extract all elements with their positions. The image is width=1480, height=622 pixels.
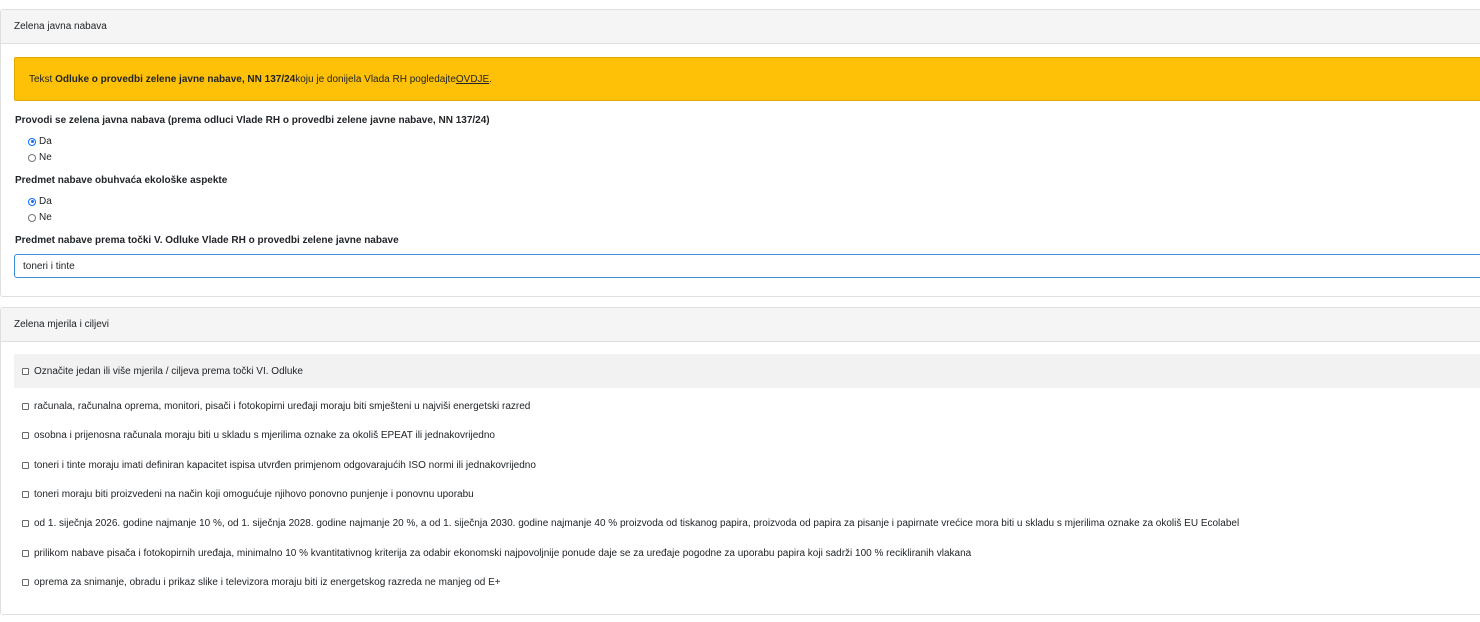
criteria-label: od 1. siječnja 2026. godine najmanje 10 … — [34, 517, 1240, 529]
radio-button[interactable] — [28, 213, 36, 222]
criteria-checkbox[interactable] — [22, 490, 29, 498]
alert-middle: koju je donijela Vlada RH pogledajte — [295, 73, 456, 85]
radio-button-checked[interactable] — [28, 137, 36, 146]
radio-option-da[interactable]: Da — [28, 196, 52, 207]
criteria-checkbox[interactable] — [22, 402, 29, 410]
select-all-criteria-row[interactable]: Označite jedan ili više mjerila / ciljev… — [14, 354, 1480, 388]
criteria-item[interactable]: oprema za snimanje, obradu i prikaz slik… — [14, 565, 1480, 599]
question-green-procurement: Provodi se zelena javna nabava (prema od… — [15, 115, 490, 126]
radio-label: Ne — [39, 212, 52, 223]
criteria-checkbox[interactable] — [22, 578, 29, 586]
radio-option-ne[interactable]: Ne — [28, 152, 52, 163]
criteria-label: prilikom nabave pisača i fotokopirnih ur… — [34, 547, 972, 559]
alert-prefix: Tekst — [29, 73, 53, 85]
criteria-checkbox[interactable] — [22, 549, 29, 557]
green-criteria-card: Zelena mjerila i ciljevi Označite jedan … — [0, 307, 1480, 615]
info-alert: Tekst Odluke o provedbi zelene javne nab… — [14, 57, 1480, 101]
criteria-item[interactable]: osobna i prijenosna računala moraju biti… — [14, 418, 1480, 452]
procurement-subject-input[interactable]: toneri i tinte — [14, 254, 1480, 278]
card-header-green-criteria: Zelena mjerila i ciljevi — [1, 308, 1480, 342]
question-ecological-aspects: Predmet nabave obuhvaća ekološke aspekte — [15, 175, 228, 186]
criteria-label: toneri i tinte moraju imati definiran ka… — [34, 459, 536, 471]
radio-option-ne[interactable]: Ne — [28, 212, 52, 223]
select-all-checkbox[interactable] — [22, 367, 29, 375]
criteria-checkbox[interactable] — [22, 461, 29, 469]
radio-option-da[interactable]: Da — [28, 136, 52, 147]
alert-bold-text: Odluke o provedbi zelene javne nabave, N… — [55, 73, 296, 85]
card-header-green-procurement: Zelena javna nabava — [1, 10, 1480, 44]
card-title: Zelena javna nabava — [14, 21, 107, 32]
criteria-label: toneri moraju biti proizvedeni na način … — [34, 488, 474, 500]
criteria-checkbox[interactable] — [22, 519, 29, 527]
alert-link-ovdje[interactable]: OVDJE — [456, 74, 489, 85]
question-procurement-subject: Predmet nabave prema točki V. Odluke Vla… — [15, 235, 399, 246]
criteria-item[interactable]: od 1. siječnja 2026. godine najmanje 10 … — [14, 506, 1480, 540]
select-all-label: Označite jedan ili više mjerila / ciljev… — [34, 365, 303, 377]
criteria-label: računala, računalna oprema, monitori, pi… — [34, 400, 531, 412]
criteria-label: osobna i prijenosna računala moraju biti… — [34, 429, 495, 441]
criteria-checkbox[interactable] — [22, 431, 29, 439]
criteria-label: oprema za snimanje, obradu i prikaz slik… — [34, 576, 501, 588]
radio-button[interactable] — [28, 153, 36, 162]
card-title: Zelena mjerila i ciljevi — [14, 319, 110, 330]
radio-label: Ne — [39, 152, 52, 163]
radio-label: Da — [39, 196, 52, 207]
radio-button-checked[interactable] — [28, 197, 36, 206]
green-procurement-card: Zelena javna nabava Tekst Odluke o prove… — [0, 9, 1480, 297]
radio-label: Da — [39, 136, 52, 147]
alert-suffix: . — [489, 73, 493, 85]
input-value: toneri i tinte — [23, 260, 75, 272]
